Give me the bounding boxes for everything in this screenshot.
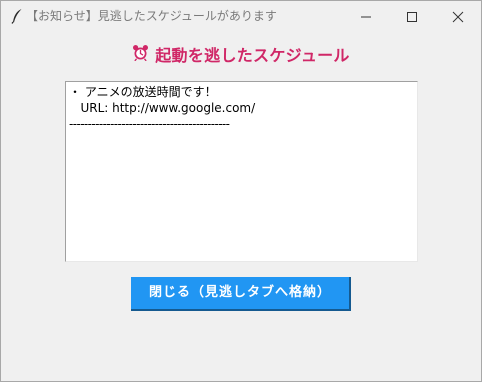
window-title: 【お知らせ】見逃したスケジュールがあります bbox=[26, 9, 277, 23]
title-bar[interactable]: 【お知らせ】見逃したスケジュールがあります bbox=[1, 1, 481, 32]
minimize-icon bbox=[361, 16, 371, 18]
missed-schedule-textbox[interactable]: ・ アニメの放送時間です！ URL: http://www.google.com… bbox=[65, 81, 418, 262]
close-and-archive-button[interactable]: 閉じる（見逃しタブへ格納） bbox=[131, 277, 351, 311]
maximize-button[interactable] bbox=[389, 1, 435, 32]
page-heading: 起動を逃したスケジュール bbox=[1, 42, 481, 66]
notification-window: 【お知らせ】見逃したスケジュールがあります 起動を逃したスケジュール ・ アニメ… bbox=[0, 0, 482, 382]
minimize-button[interactable] bbox=[343, 1, 389, 32]
close-icon bbox=[452, 11, 464, 23]
schedule-url-line: URL: http://www.google.com/ bbox=[69, 101, 256, 115]
maximize-icon bbox=[407, 12, 417, 22]
alarm-clock-icon bbox=[132, 44, 149, 61]
heading-text: 起動を逃したスケジュール bbox=[155, 46, 350, 65]
feather-icon bbox=[10, 8, 24, 24]
separator-line: ----------------------------------------… bbox=[69, 117, 230, 131]
close-window-button[interactable] bbox=[435, 1, 481, 32]
schedule-line: ・ アニメの放送時間です！ bbox=[69, 85, 217, 99]
